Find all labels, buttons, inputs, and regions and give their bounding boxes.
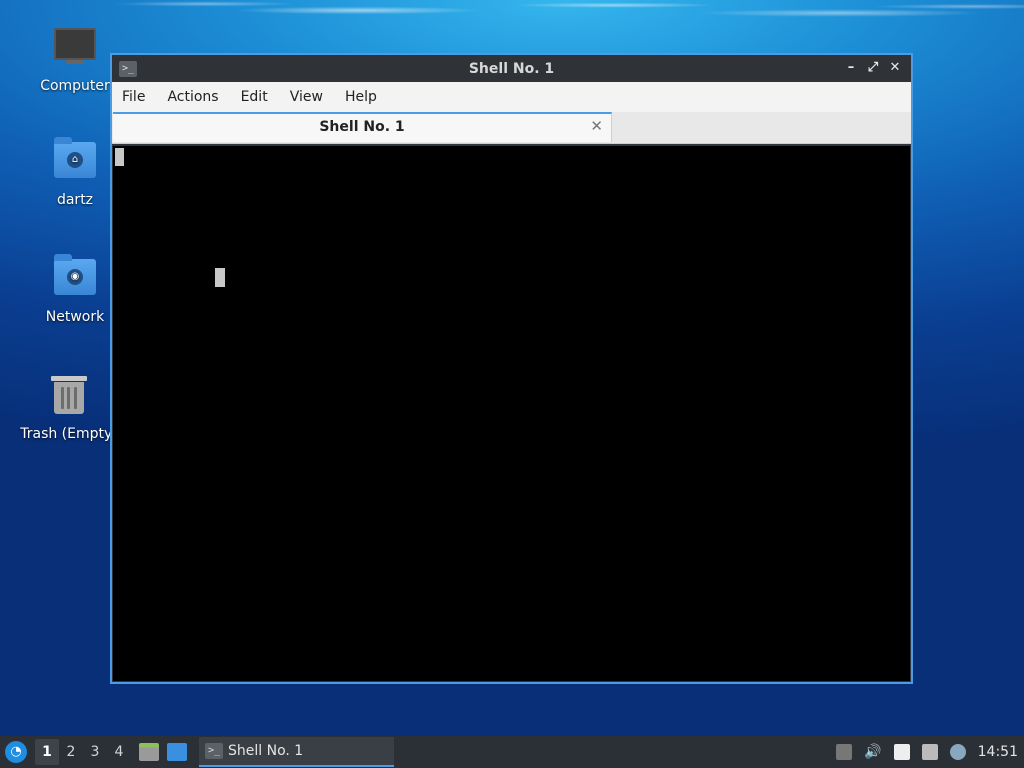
terminal-icon[interactable]: >_ — [119, 60, 137, 77]
tab-title: Shell No. 1 — [319, 119, 405, 135]
terminal-icon: >_ — [205, 743, 223, 759]
volume-icon[interactable]: 🔊 — [864, 744, 881, 760]
task-label: Shell No. 1 — [228, 743, 304, 759]
menu-view[interactable]: View — [290, 89, 323, 105]
menu-bar: File Actions Edit View Help — [112, 82, 911, 112]
tray-expand-icon[interactable] — [836, 744, 853, 760]
menu-actions[interactable]: Actions — [167, 89, 218, 105]
network-icon[interactable] — [921, 744, 938, 760]
tab-close-icon[interactable]: ✕ — [590, 117, 603, 135]
terminal-area[interactable] — [113, 146, 910, 681]
mouse-text-cursor — [215, 268, 225, 287]
close-button[interactable]: ✕ — [885, 59, 905, 77]
file-manager-launcher-icon[interactable] — [139, 743, 159, 761]
desktop-icon-trash[interactable]: Trash (Empty) — [14, 372, 124, 442]
taskbar-task-shell[interactable]: >_ Shell No. 1 — [199, 737, 394, 767]
menu-file[interactable]: File — [122, 89, 145, 105]
update-notifier-icon[interactable] — [949, 744, 966, 760]
workspace-2[interactable]: 2 — [59, 744, 83, 760]
computer-icon — [53, 28, 97, 72]
window-title: Shell No. 1 — [468, 60, 555, 77]
system-tray: 🔊 14:51 — [836, 736, 1024, 768]
workspace-4[interactable]: 4 — [107, 744, 131, 760]
desktop-icon-label: Trash (Empty) — [20, 426, 118, 442]
show-desktop-icon[interactable] — [167, 743, 187, 761]
clipboard-icon[interactable] — [893, 744, 910, 760]
home-folder-icon: ⌂ — [53, 137, 97, 186]
maximize-button[interactable]: ⤢ — [863, 59, 883, 77]
workspace-1[interactable]: 1 — [35, 739, 59, 765]
terminal-window: >_ Shell No. 1 – ⤢ ✕ File Actions Edit V… — [110, 53, 913, 684]
window-titlebar[interactable]: >_ Shell No. 1 – ⤢ ✕ — [112, 55, 911, 82]
taskbar: ◔ 1 2 3 4 >_ Shell No. 1 🔊 14:51 — [0, 736, 1024, 768]
workspace-3[interactable]: 3 — [83, 744, 107, 760]
menu-edit[interactable]: Edit — [241, 89, 268, 105]
menu-help[interactable]: Help — [345, 89, 377, 105]
tab-shell-1[interactable]: Shell No. 1 ✕ — [113, 112, 612, 142]
start-menu-icon[interactable]: ◔ — [5, 741, 27, 763]
trash-icon — [47, 376, 91, 420]
minimize-button[interactable]: – — [841, 59, 861, 77]
clock[interactable]: 14:51 — [978, 744, 1018, 760]
terminal-cursor — [115, 148, 124, 166]
tab-bar: Shell No. 1 ✕ — [112, 112, 911, 144]
network-folder-icon: ◉ — [53, 254, 97, 303]
